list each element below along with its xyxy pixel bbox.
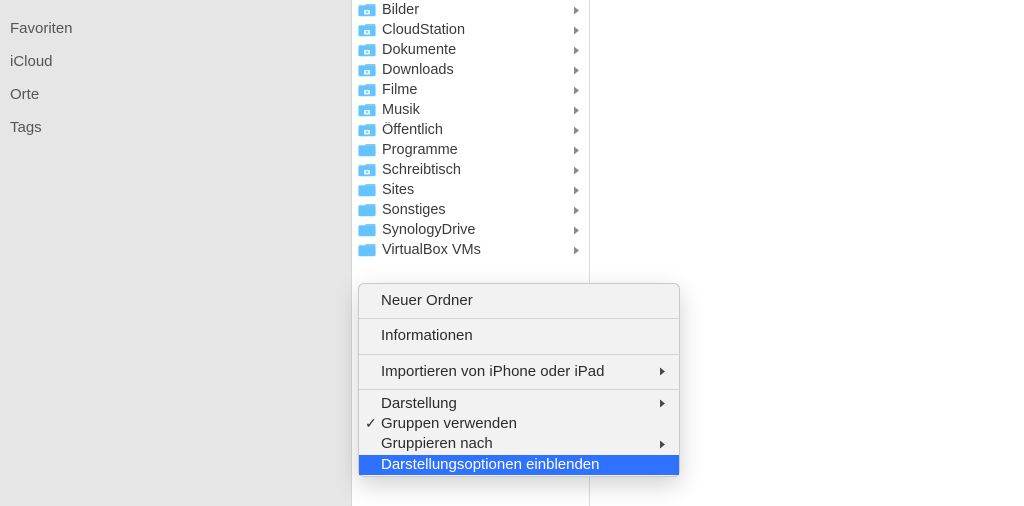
folder-item[interactable]: Schreibtisch [352, 160, 589, 180]
chevron-right-icon [571, 145, 581, 155]
menu-item-label: Importieren von iPhone oder iPad [381, 362, 657, 382]
folder-icon [358, 203, 376, 217]
menu-item[interactable]: Neuer Ordner [359, 288, 679, 314]
folder-item[interactable]: SynologyDrive [352, 220, 589, 240]
folder-icon [358, 143, 376, 157]
chevron-right-icon [571, 165, 581, 175]
menu-item[interactable]: ✓Gruppen verwenden [359, 414, 679, 434]
sidebar-section-orte[interactable]: Orte [0, 78, 351, 111]
submenu-arrow-icon [657, 399, 667, 408]
folder-icon [358, 63, 376, 77]
folder-item[interactable]: Bilder [352, 0, 589, 20]
menu-item-label: Gruppen verwenden [381, 414, 667, 434]
folder-label: Sonstiges [382, 202, 571, 218]
chevron-right-icon [571, 125, 581, 135]
folder-label: VirtualBox VMs [382, 242, 571, 258]
submenu-arrow-icon [657, 440, 667, 449]
folder-item[interactable]: Sonstiges [352, 200, 589, 220]
folder-icon [358, 23, 376, 37]
menu-separator [359, 318, 679, 319]
main-area: Bilder CloudStation Dokumente Downloads Film… [352, 0, 1024, 506]
chevron-right-icon [571, 205, 581, 215]
folder-label: Schreibtisch [382, 162, 571, 178]
folder-label: Filme [382, 82, 571, 98]
folder-icon [358, 3, 376, 17]
sidebar-section-tags[interactable]: Tags [0, 111, 351, 144]
chevron-right-icon [571, 185, 581, 195]
sidebar-section-icloud[interactable]: iCloud [0, 45, 351, 78]
menu-item-label: Darstellungsoptionen einblenden [381, 455, 667, 475]
menu-item[interactable]: Darstellungsoptionen einblenden [359, 455, 679, 475]
menu-item-label: Neuer Ordner [381, 291, 667, 311]
folder-label: Bilder [382, 2, 571, 18]
folder-icon [358, 163, 376, 177]
submenu-arrow-icon [657, 367, 667, 376]
menu-item-label: Darstellung [381, 394, 657, 414]
finder-window: Favoriten iCloud Orte Tags Bilder CloudSt… [0, 0, 1024, 506]
chevron-right-icon [571, 85, 581, 95]
folder-icon [358, 103, 376, 117]
folder-item[interactable]: Filme [352, 80, 589, 100]
menu-item[interactable]: Importieren von iPhone oder iPad [359, 359, 679, 385]
folder-item[interactable]: Öffentlich [352, 120, 589, 140]
menu-separator [359, 354, 679, 355]
folder-label: SynologyDrive [382, 222, 571, 238]
menu-item-label: Gruppieren nach [381, 434, 657, 454]
chevron-right-icon [571, 45, 581, 55]
folder-label: Dokumente [382, 42, 571, 58]
folder-label: Programme [382, 142, 571, 158]
folder-icon [358, 223, 376, 237]
folder-icon [358, 123, 376, 137]
folder-label: Musik [382, 102, 571, 118]
folder-label: Downloads [382, 62, 571, 78]
chevron-right-icon [571, 5, 581, 15]
folder-item[interactable]: Programme [352, 140, 589, 160]
sidebar: Favoriten iCloud Orte Tags [0, 0, 352, 506]
chevron-right-icon [571, 105, 581, 115]
chevron-right-icon [571, 225, 581, 235]
folder-item[interactable]: Dokumente [352, 40, 589, 60]
folder-icon [358, 83, 376, 97]
menu-item[interactable]: Informationen [359, 323, 679, 349]
menu-item-label: Informationen [381, 326, 667, 346]
folder-item[interactable]: Downloads [352, 60, 589, 80]
folder-icon [358, 43, 376, 57]
folder-icon [358, 183, 376, 197]
folder-item[interactable]: Musik [352, 100, 589, 120]
folder-item[interactable]: VirtualBox VMs [352, 240, 589, 260]
folder-icon [358, 243, 376, 257]
folder-item[interactable]: Sites [352, 180, 589, 200]
menu-item[interactable]: Darstellung [359, 394, 679, 414]
menu-separator [359, 389, 679, 390]
sidebar-section-favoriten[interactable]: Favoriten [0, 12, 351, 45]
chevron-right-icon [571, 245, 581, 255]
context-menu: Neuer Ordner Informationen Importieren von… [358, 283, 680, 477]
checkmark-icon: ✓ [365, 414, 377, 433]
folder-label: CloudStation [382, 22, 571, 38]
menu-item[interactable]: Gruppieren nach [359, 434, 679, 454]
chevron-right-icon [571, 25, 581, 35]
folder-item[interactable]: CloudStation [352, 20, 589, 40]
folder-label: Öffentlich [382, 122, 571, 138]
chevron-right-icon [571, 65, 581, 75]
folder-label: Sites [382, 182, 571, 198]
